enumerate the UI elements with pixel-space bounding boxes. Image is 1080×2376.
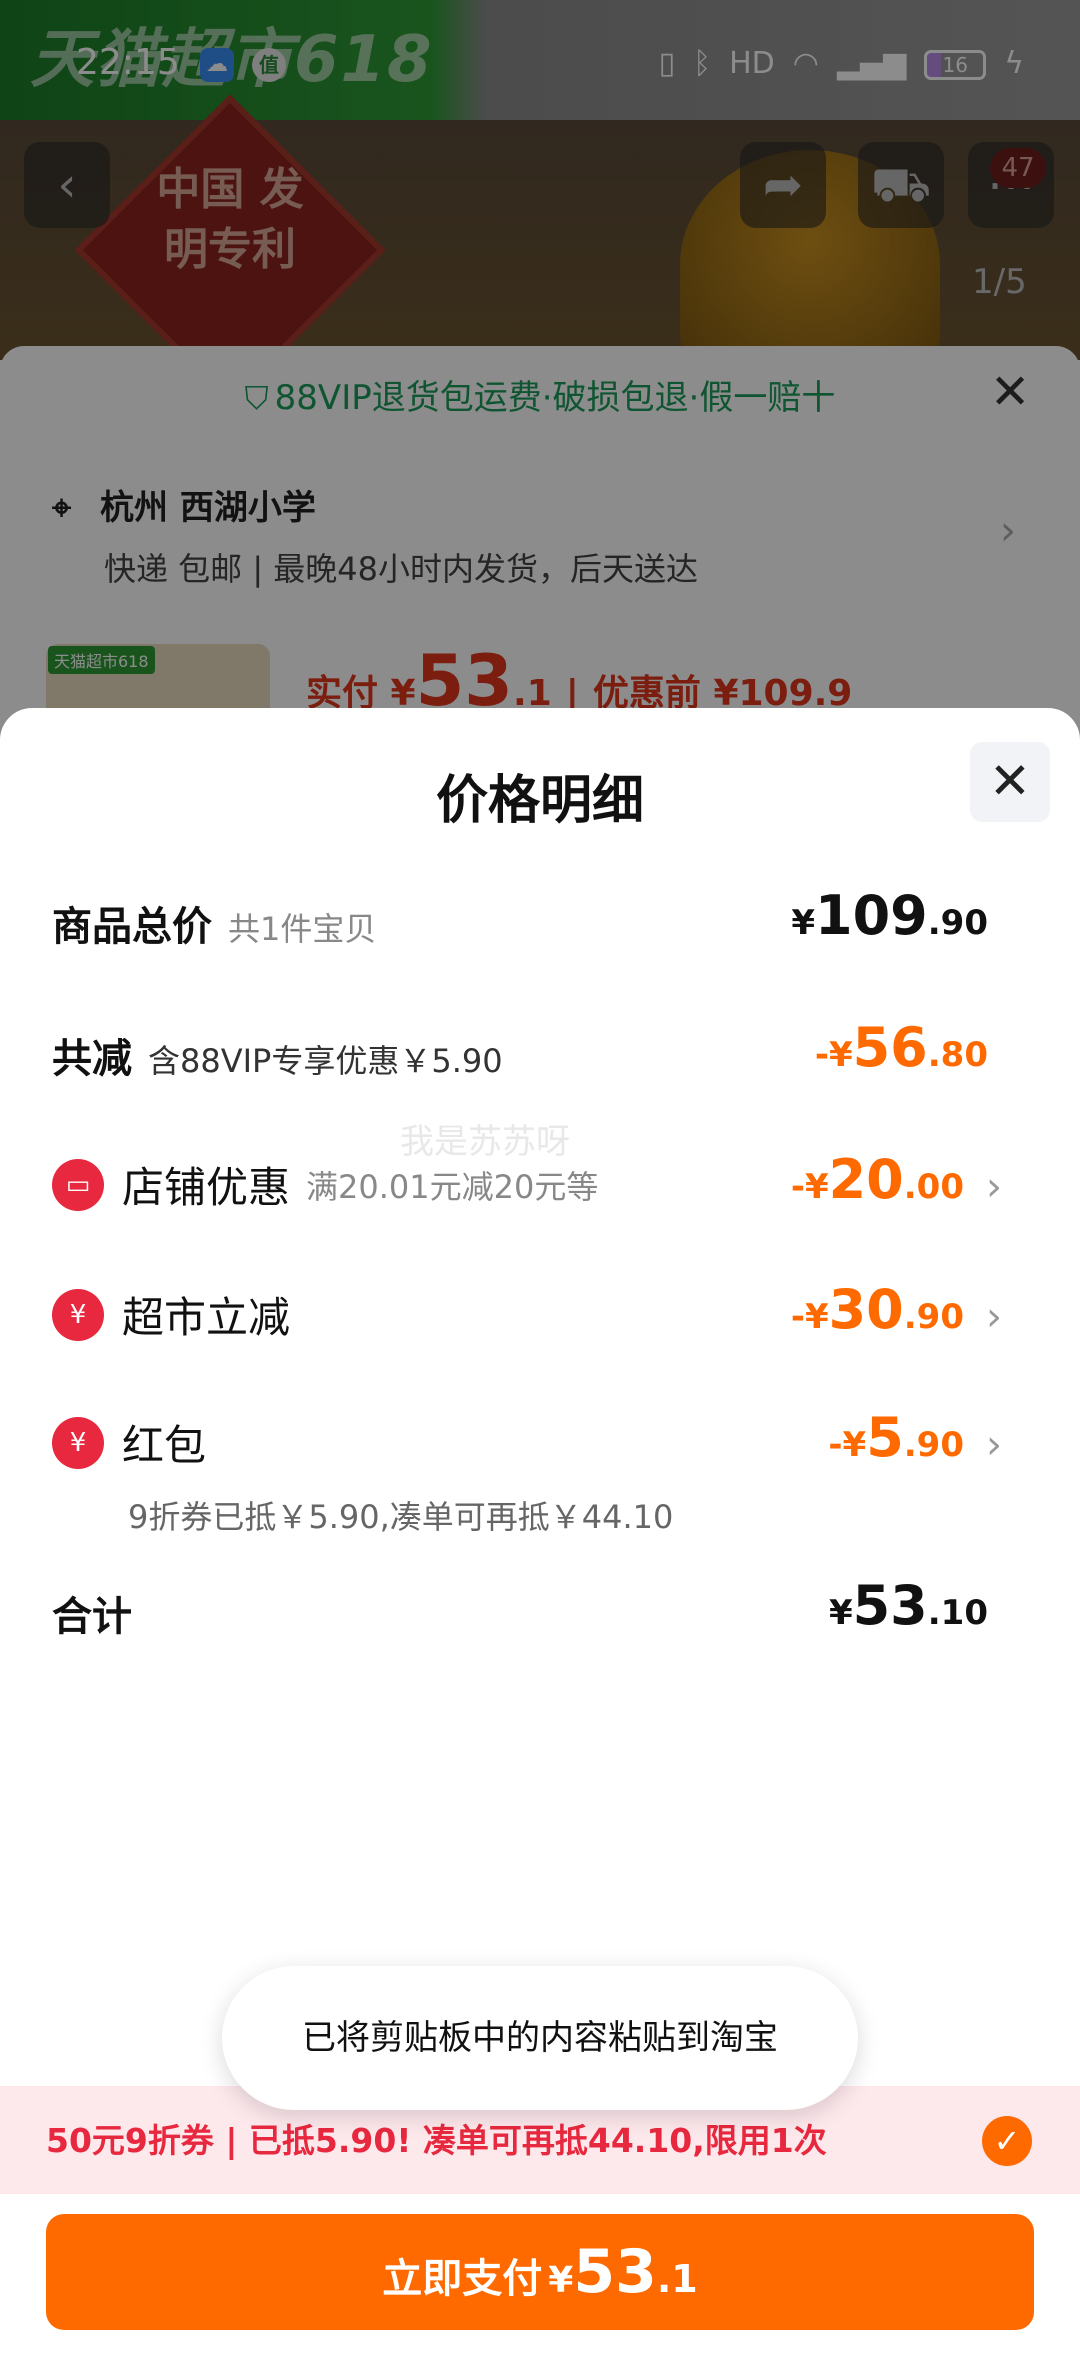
amount-dec: .10 (927, 1593, 988, 1633)
red-packet-amount: -¥5.90 (828, 1406, 964, 1469)
sum-row: 合计 ¥53.10 (52, 1574, 988, 1642)
pay-label: 立即支付 (382, 2256, 543, 2302)
red-packet-icon: ¥ (52, 1416, 104, 1469)
sum-label: 合计 (52, 1594, 132, 1640)
currency-symbol: -¥ (814, 1035, 853, 1075)
store-discount-row[interactable]: ▭ 店铺优惠 满20.01元减20元等 -¥20.00 › (52, 1148, 1002, 1215)
total-discount-label: 共减 (52, 1036, 132, 1082)
total-goods-count: 共1件宝贝 (228, 910, 377, 948)
pay-now-button[interactable]: 立即支付 ¥53.1 (46, 2214, 1034, 2330)
close-button[interactable]: ✕ (970, 742, 1050, 822)
currency-symbol: ¥ (791, 903, 816, 943)
amount-int: 53 (852, 1574, 928, 1637)
currency-symbol: -¥ (828, 1425, 867, 1465)
sum-amount: ¥53.10 (829, 1574, 988, 1637)
currency-symbol: -¥ (790, 1297, 829, 1337)
total-discount-amount: -¥56.80 (815, 1016, 988, 1079)
total-goods-amount: ¥109.90 (791, 884, 988, 947)
store-icon: ▭ (52, 1158, 104, 1211)
chevron-right-icon: › (986, 1422, 1002, 1468)
clipboard-toast: 已将剪贴板中的内容粘贴到淘宝 (222, 1966, 858, 2110)
amount-dec: .90 (903, 1425, 964, 1465)
amount-dec: .80 (927, 1035, 988, 1075)
amount-int: 30 (828, 1278, 904, 1341)
amount-dec: .90 (903, 1297, 964, 1337)
amount-int: 109 (815, 884, 928, 947)
total-discount-row: 共减 含88VIP专享优惠￥5.90 -¥56.80 (52, 1016, 988, 1084)
yen-coupon-icon: ¥ (52, 1288, 104, 1341)
modal-title: 价格明细 (435, 771, 644, 831)
red-packet-label: 红包 (122, 1421, 207, 1470)
store-discount-amount: -¥20.00 (791, 1148, 964, 1211)
total-discount-note: 含88VIP专享优惠￥5.90 (148, 1042, 503, 1080)
total-goods-row: 商品总价 共1件宝贝 ¥109.90 (52, 884, 988, 952)
market-discount-amount: -¥30.90 (791, 1278, 964, 1341)
store-discount-label: 店铺优惠 (122, 1163, 291, 1212)
total-goods-label: 商品总价 (52, 904, 212, 950)
currency-symbol: ¥ (548, 2260, 574, 2301)
red-packet-note: 9折券已抵￥5.90,凑单可再抵￥44.10 (128, 1498, 674, 1536)
currency-symbol: ¥ (828, 1593, 853, 1633)
pay-amount-dec: .1 (656, 2257, 698, 2301)
currency-symbol: -¥ (790, 1167, 829, 1207)
amount-dec: .00 (903, 1167, 964, 1207)
amount-int: 5 (866, 1406, 904, 1469)
coupon-checkbox[interactable]: ✓ (982, 2116, 1032, 2166)
close-icon: ✕ (989, 752, 1031, 810)
check-icon: ✓ (993, 2122, 1021, 2160)
coupon-text: 50元9折券 | 已抵5.90! 凑单可再抵44.10,限用1次 (46, 2121, 827, 2160)
pay-amount-int: 53 (573, 2237, 657, 2307)
amount-int: 56 (852, 1016, 928, 1079)
chevron-right-icon: › (986, 1164, 1002, 1210)
market-discount-row[interactable]: ¥ 超市立减 -¥30.90 › (52, 1278, 1002, 1345)
store-discount-note: 满20.01元减20元等 (306, 1167, 599, 1206)
amount-int: 20 (828, 1148, 904, 1211)
amount-dec: .90 (927, 903, 988, 943)
red-packet-row[interactable]: ¥ 红包 -¥5.90 › 9折券已抵￥5.90,凑单可再抵￥44.10 (52, 1406, 1002, 1552)
market-discount-label: 超市立减 (122, 1293, 291, 1342)
chevron-right-icon: › (986, 1294, 1002, 1340)
